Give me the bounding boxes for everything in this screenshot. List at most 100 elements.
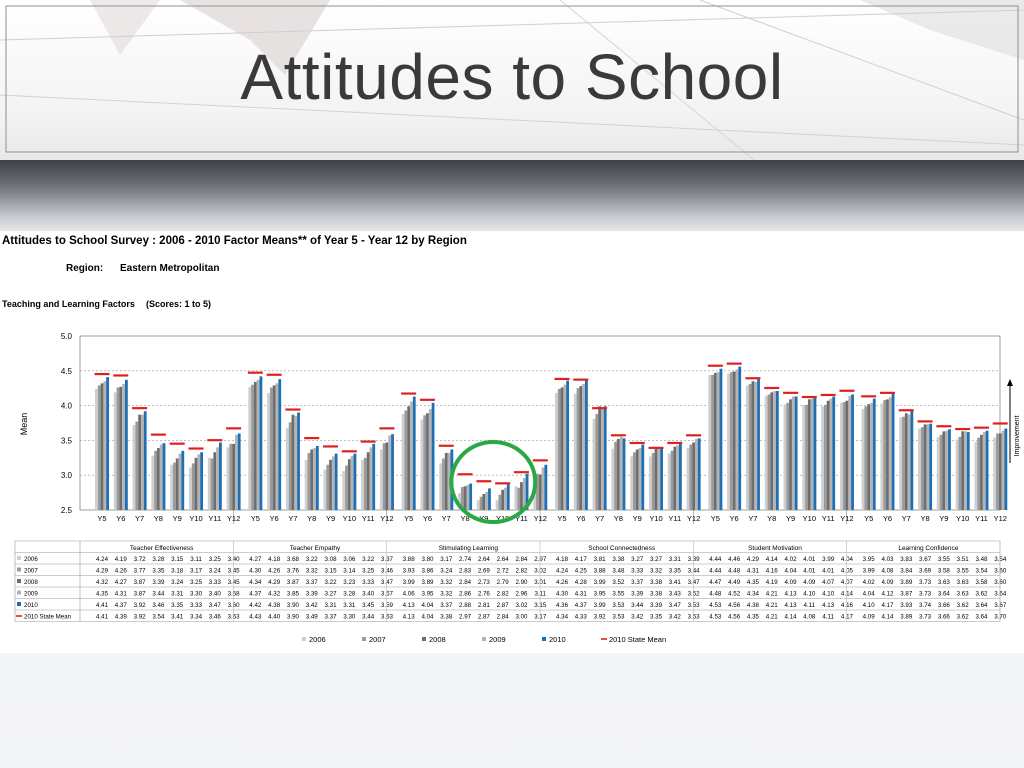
table-cell: 3.11 — [534, 591, 546, 598]
table-cell: 3.59 — [381, 602, 394, 609]
table-cell: 4.25 — [575, 568, 588, 575]
table-cell: 2.87 — [478, 614, 491, 621]
bar — [848, 395, 852, 510]
bar — [851, 394, 854, 510]
bar — [964, 431, 967, 510]
table-cell: 4.24 — [556, 568, 569, 575]
table-cell: 3.76 — [287, 568, 300, 575]
x-tick-label: Y8 — [307, 514, 316, 523]
bar — [275, 383, 279, 510]
x-tick-label: Y9 — [633, 514, 642, 523]
table-cell: 3.40 — [228, 556, 241, 563]
bar — [95, 388, 98, 510]
table-cell: 3.44 — [688, 568, 701, 575]
table-cell: 2.96 — [515, 591, 528, 598]
table-cell: 4.32 — [268, 591, 281, 598]
table-cell: 3.64 — [975, 602, 988, 609]
bar — [864, 406, 868, 510]
table-cell: 4.52 — [728, 591, 741, 598]
table-cell: 4.02 — [785, 556, 798, 563]
table-cell: 3.68 — [287, 556, 300, 563]
table-cell: 3.89 — [900, 614, 913, 621]
table-cell: 3.53 — [688, 614, 701, 621]
table-cell: 3.84 — [900, 568, 913, 575]
table-cell: 4.21 — [766, 602, 779, 609]
table-cell: 4.27 — [249, 556, 262, 563]
table-cell: 3.55 — [612, 591, 625, 598]
table-cell: 4.13 — [403, 602, 416, 609]
table-cell: 3.23 — [343, 579, 356, 586]
bar — [323, 469, 327, 510]
bar — [517, 487, 521, 510]
table-cell: 4.34 — [556, 614, 569, 621]
table-cell: 3.48 — [612, 568, 625, 575]
bar — [304, 459, 308, 510]
table-cell: 3.66 — [938, 602, 951, 609]
bar — [918, 428, 921, 510]
bar — [592, 418, 596, 510]
bar — [870, 402, 873, 510]
bar — [660, 448, 663, 510]
table-cell: 3.73 — [919, 614, 932, 621]
table-cell: 3.45 — [228, 579, 241, 586]
bar — [1001, 430, 1005, 510]
y-tick-label: 4.5 — [61, 367, 73, 376]
table-cell: 4.18 — [268, 556, 281, 563]
bar — [961, 431, 965, 510]
x-tick-label: Y12 — [534, 514, 547, 523]
table-cell: 4.05 — [841, 568, 854, 575]
table-cell: 3.35 — [650, 614, 663, 621]
bar — [942, 431, 946, 510]
bar — [622, 438, 626, 510]
bar — [485, 491, 489, 510]
table-cell: 3.70 — [994, 614, 1007, 621]
bar — [773, 390, 776, 510]
legend-entry: 2007 — [369, 635, 386, 644]
table-cell: 3.22 — [306, 556, 319, 563]
bar — [576, 388, 580, 510]
bar — [939, 434, 943, 510]
bar — [297, 412, 300, 510]
table-cell: 4.38 — [747, 602, 760, 609]
table-cell: 4.44 — [709, 568, 722, 575]
table-cell: 4.44 — [709, 556, 722, 563]
table-cell: 4.27 — [115, 579, 128, 586]
bar — [982, 432, 986, 510]
table-cell: 3.58 — [975, 579, 988, 586]
x-tick-label: Y6 — [116, 514, 125, 523]
slide-banner: Attitudes to School — [0, 0, 1024, 165]
table-cell: 3.39 — [152, 579, 165, 586]
bar — [619, 436, 623, 510]
table-cell: 4.48 — [709, 591, 722, 598]
table-cell: 4.14 — [841, 591, 854, 598]
table-cell: 3.28 — [343, 591, 356, 598]
bar — [757, 379, 760, 510]
factor-label: Stimulating Learning — [439, 545, 499, 552]
y-axis-label: Mean — [19, 413, 29, 436]
bar — [923, 424, 927, 510]
table-cell: 3.85 — [287, 591, 300, 598]
table-cell: 3.63 — [957, 591, 970, 598]
x-tick-label: Y9 — [173, 514, 182, 523]
table-cell: 3.52 — [612, 579, 625, 586]
bar — [162, 443, 166, 510]
x-tick-label: Y10 — [956, 514, 969, 523]
table-cell: 3.01 — [534, 579, 547, 586]
x-tick-label: Y8 — [154, 514, 163, 523]
bar — [442, 458, 445, 510]
bar — [404, 410, 408, 510]
table-cell: 3.90 — [287, 602, 300, 609]
table-cell: 4.47 — [709, 579, 722, 586]
table-cell: 3.95 — [421, 591, 434, 598]
bar — [867, 404, 871, 510]
bar — [331, 456, 335, 510]
table-cell: 3.87 — [134, 591, 147, 598]
table-cell: 3.92 — [594, 614, 607, 621]
bar — [385, 442, 389, 510]
bar — [904, 413, 908, 510]
table-cell: 3.88 — [403, 556, 416, 563]
bar — [958, 436, 962, 510]
legend-entry: 2008 — [429, 635, 446, 644]
bar — [423, 415, 427, 510]
table-cell: 3.99 — [594, 579, 607, 586]
